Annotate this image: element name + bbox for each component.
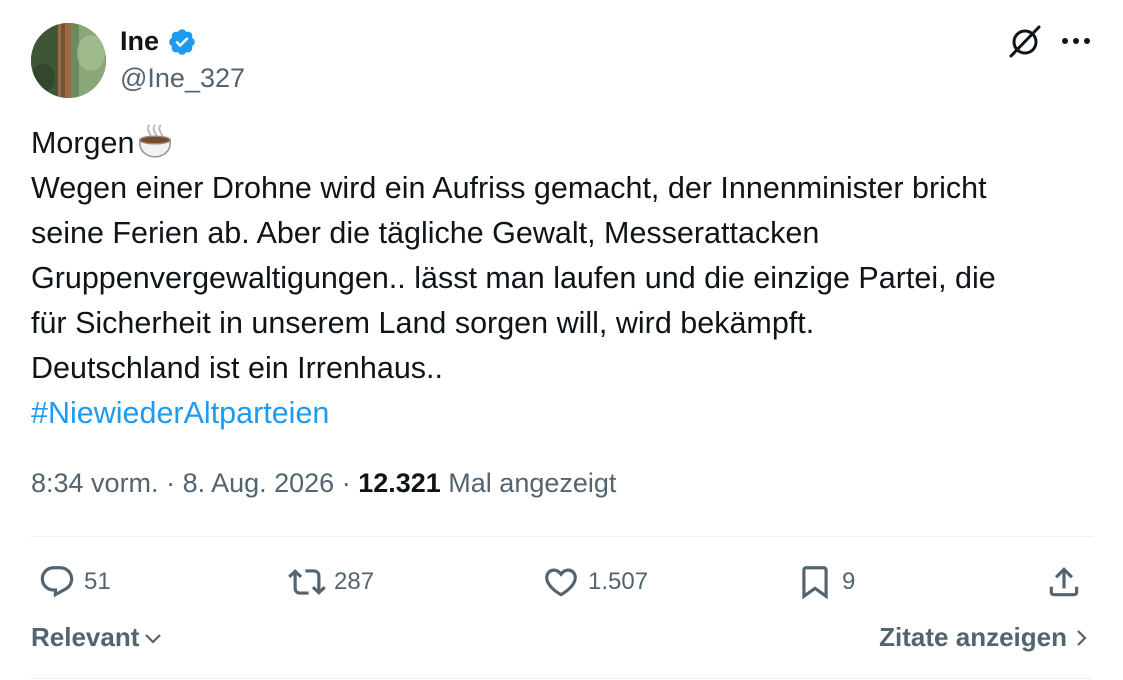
author-name[interactable]: Ine [120, 26, 159, 57]
view-count: 12.321 [358, 468, 441, 498]
chevron-right-icon [1077, 629, 1087, 646]
reply-count: 51 [84, 568, 111, 595]
bookmark-count: 9 [842, 568, 856, 595]
tweet-line: Deutschland ist ein Irrenhaus.. [31, 351, 443, 385]
more-dot [1084, 38, 1090, 44]
divider [30, 536, 1093, 537]
verified-badge-icon [169, 28, 195, 55]
more-dot [1062, 38, 1068, 44]
meta-separator: · [158, 468, 183, 498]
tweet-line-text: Morgen [31, 126, 135, 160]
sort-replies-dropdown[interactable]: Relevant [31, 622, 163, 653]
share-button[interactable] [1045, 560, 1083, 604]
reply-button[interactable]: 51 [38, 560, 111, 604]
hashtag-link[interactable]: #NiewiederAltparteien [31, 396, 329, 430]
tweet-line: für Sicherheit in unserem Land sorgen wi… [31, 306, 815, 340]
more-icon[interactable] [1058, 22, 1094, 60]
tweet-meta: 8:34 vorm. · 8. Aug. 2026 · 12.321 Mal a… [31, 468, 616, 499]
view-count-label: Mal angezeigt [440, 468, 617, 498]
share-icon [1049, 567, 1079, 597]
quotes-label: Zitate anzeigen [879, 622, 1067, 652]
repost-count: 287 [334, 568, 375, 595]
tweet-line: Wegen einer Drohne wird ein Aufriss gema… [31, 171, 987, 205]
author-handle[interactable]: @Ine_327 [120, 63, 245, 94]
like-button[interactable]: 1.507 [542, 560, 648, 604]
tweet-text: Morgen Wegen einer Drohne wird ein Aufri… [31, 121, 1091, 436]
repost-button[interactable]: 287 [288, 560, 374, 604]
hot-beverage-emoji [139, 124, 172, 158]
repost-icon [288, 569, 326, 595]
bookmark-button[interactable]: 9 [796, 560, 855, 604]
more-dot [1073, 38, 1079, 44]
avatar[interactable] [31, 23, 106, 98]
divider [30, 678, 1093, 679]
tweet-time[interactable]: 8:34 vorm. [31, 468, 159, 498]
bookmark-icon [802, 566, 828, 600]
avatar-image [31, 23, 106, 98]
sort-label: Relevant [31, 622, 140, 652]
reply-icon [40, 566, 74, 598]
tweet-line: Gruppenvergewaltigungen.. lässt man lauf… [31, 261, 996, 295]
view-quotes-link[interactable]: Zitate anzeigen [879, 622, 1089, 653]
author-name-row[interactable]: Ine [120, 26, 197, 57]
grok-icon[interactable] [1006, 22, 1044, 60]
tweet-line: Morgen [31, 121, 1091, 166]
meta-separator: · [334, 468, 359, 498]
chevron-down-icon [145, 633, 162, 644]
tweet-line: seine Ferien ab. Aber die tägliche Gewal… [31, 216, 820, 250]
heart-icon [545, 568, 577, 597]
like-count: 1.507 [588, 568, 649, 595]
tweet-date[interactable]: 8. Aug. 2026 [183, 468, 335, 498]
